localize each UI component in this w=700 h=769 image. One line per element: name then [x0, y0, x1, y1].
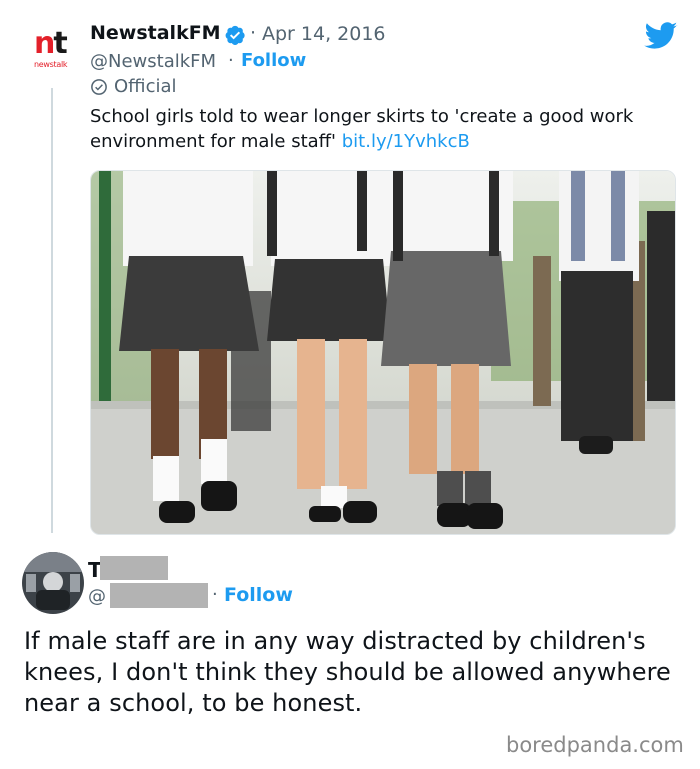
redacted-name — [100, 556, 168, 580]
reply-at-symbol: @ — [88, 586, 106, 607]
reply-follow-button[interactable]: Follow — [224, 584, 293, 606]
account-handle[interactable]: @NewstalkFM — [90, 51, 216, 72]
redacted-handle — [110, 583, 208, 608]
reply-separator: · — [212, 584, 218, 605]
reply-text: If male staff are in any way distracted … — [24, 627, 671, 717]
official-check-icon — [91, 79, 107, 95]
twitter-bird-icon[interactable] — [644, 22, 678, 50]
thread-line — [51, 88, 53, 533]
tweet-link[interactable]: bit.ly/1YvhkcB — [342, 131, 470, 152]
avatar[interactable] — [22, 552, 84, 614]
tweet-text: School girls told to wear longer skirts … — [90, 104, 680, 154]
avatar-image — [22, 552, 84, 614]
account-name[interactable]: NewstalkFM — [90, 22, 221, 44]
newstalk-logo[interactable]: nt newstalk — [34, 26, 74, 69]
date-separator: · — [250, 22, 257, 44]
tweet-date[interactable]: Apr 14, 2016 — [262, 23, 386, 45]
logo-mark: nt — [34, 26, 68, 61]
official-label: Official — [114, 76, 177, 97]
follow-button[interactable]: Follow — [241, 50, 306, 71]
handle-separator: · — [228, 50, 234, 71]
tweet-photo[interactable] — [90, 170, 676, 535]
verified-badge-icon — [225, 25, 245, 45]
watermark: boredpanda.com — [506, 733, 684, 757]
photo-illustration — [91, 171, 675, 534]
logo-subtext: newstalk — [34, 60, 68, 69]
